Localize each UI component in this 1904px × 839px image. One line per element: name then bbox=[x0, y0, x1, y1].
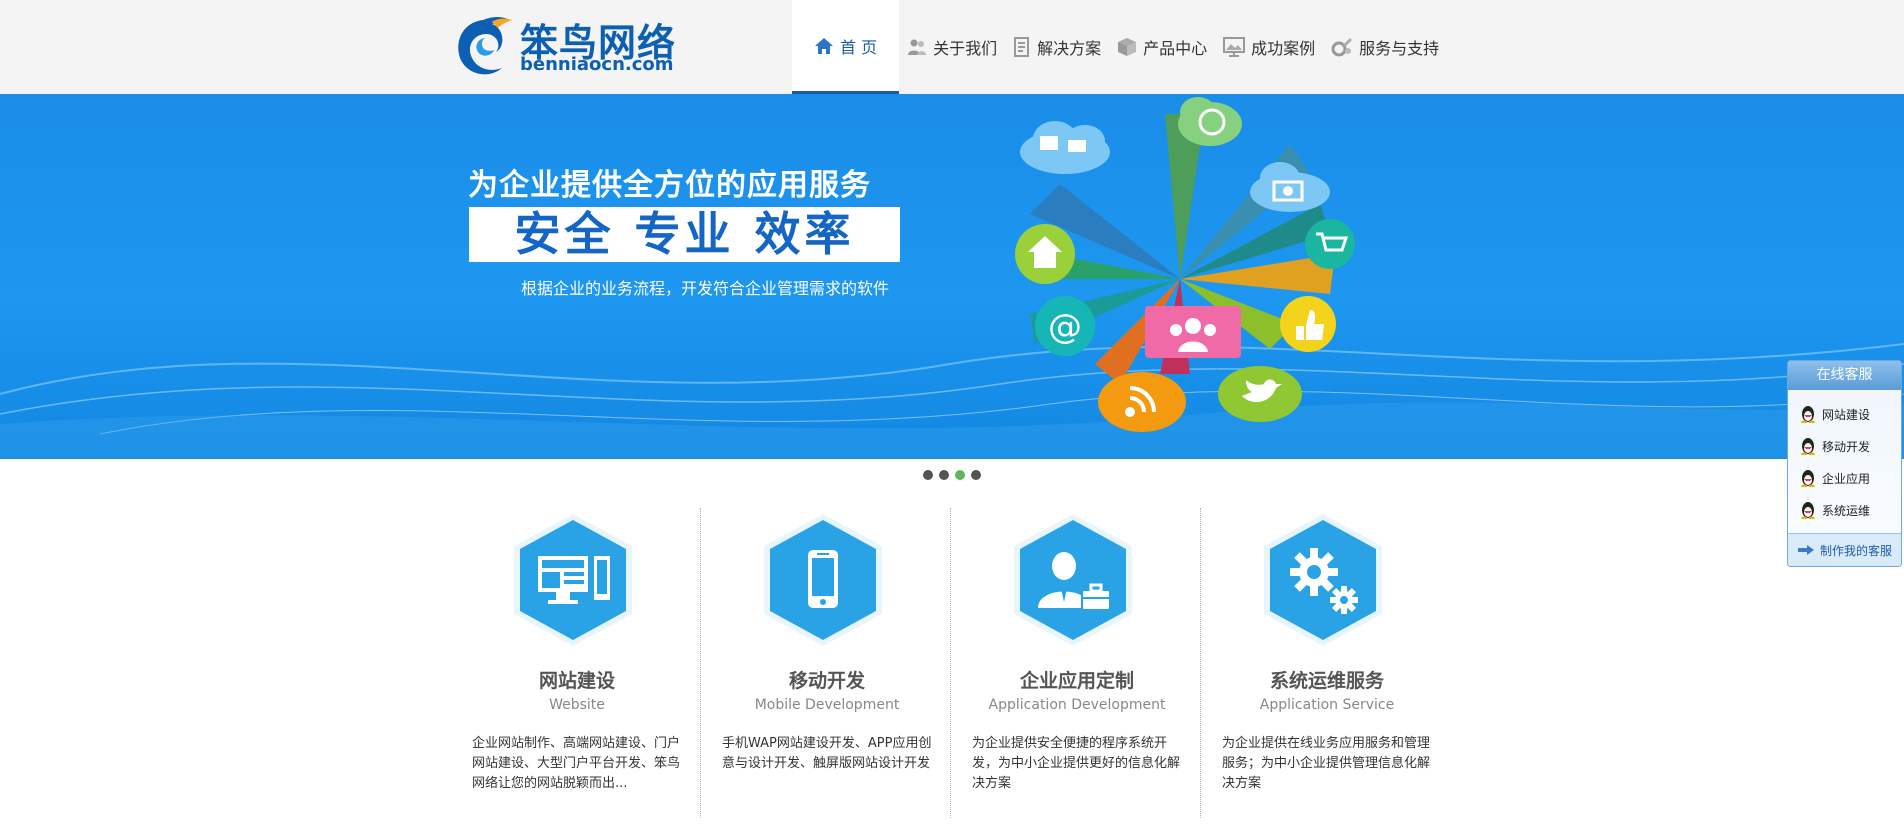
logo-text-en: benniaocn.com bbox=[520, 54, 674, 75]
bird-logo-icon bbox=[458, 17, 512, 75]
nav-solutions[interactable]: 解决方案 bbox=[1005, 0, 1109, 94]
online-service-item[interactable]: 网站建设 bbox=[1800, 398, 1901, 430]
site-header: 笨鸟网络 benniaocn.com 首 页 关于我们 解决方案 产品中心 成功… bbox=[0, 0, 1904, 94]
nav-support-label: 服务与支持 bbox=[1359, 39, 1440, 58]
gears-icon bbox=[1264, 514, 1382, 646]
online-service-list: 网站建设 移动开发 企业应用 系统运维 bbox=[1788, 390, 1901, 526]
service-description: 手机WAP网站建设开发、APP应用创意与设计开发、触屏版网站设计开发 bbox=[722, 736, 932, 771]
online-service-item-label: 系统运维 bbox=[1822, 503, 1871, 518]
social-burst-illustration: @ bbox=[1015, 97, 1355, 432]
service-title: 系统运维服务 bbox=[1269, 670, 1384, 692]
businessman-icon bbox=[1014, 514, 1132, 646]
divider bbox=[1200, 508, 1201, 818]
document-icon bbox=[1013, 37, 1031, 57]
make-my-service-label: 制作我的客服 bbox=[1819, 543, 1892, 558]
slider-dot-2[interactable] bbox=[939, 470, 949, 480]
online-service-item-label: 移动开发 bbox=[1822, 439, 1871, 454]
arrow-right-icon bbox=[1797, 545, 1814, 555]
nav-solutions-label: 解决方案 bbox=[1037, 39, 1102, 58]
service-mobile[interactable]: 移动开发 Mobile Development 手机WAP网站建设开发、APP应… bbox=[702, 508, 952, 818]
tools-icon bbox=[1331, 37, 1353, 57]
service-description: 为企业提供安全便捷的程序系统开发，为中小企业提供更好的信息化解决方案 bbox=[972, 736, 1181, 791]
divider bbox=[700, 508, 701, 818]
slider-dot-1[interactable] bbox=[923, 470, 933, 480]
online-service-title: 在线客服 bbox=[1788, 361, 1901, 390]
qq-penguin-icon bbox=[1801, 470, 1815, 487]
nav-support[interactable]: 服务与支持 bbox=[1323, 0, 1447, 94]
main-nav: 首 页 关于我们 解决方案 产品中心 成功案例 服务与支持 bbox=[792, 0, 1447, 94]
service-title: 企业应用定制 bbox=[1019, 670, 1134, 692]
home-bubble-icon bbox=[1015, 224, 1075, 284]
service-enterprise-app[interactable]: 企业应用定制 Application Development 为企业提供安全便捷… bbox=[952, 508, 1202, 818]
service-subtitle: Mobile Development bbox=[754, 697, 900, 713]
nav-about-label: 关于我们 bbox=[933, 39, 998, 58]
nav-products-label: 产品中心 bbox=[1143, 39, 1208, 58]
camera-cloud-icon bbox=[1250, 162, 1330, 212]
slider-dot-3[interactable] bbox=[955, 470, 965, 480]
make-my-service-link[interactable]: 制作我的客服 bbox=[1788, 533, 1901, 566]
service-title: 网站建设 bbox=[538, 670, 615, 692]
group-bubble-icon bbox=[1145, 306, 1241, 358]
service-description: 为企业提供在线业务应用服务和管理服务；为中小企业提供管理信息化解决方案 bbox=[1222, 736, 1431, 791]
folder-cloud-icon bbox=[1020, 121, 1110, 174]
services-section: 网站建设 Website 企业网站制作、高端网站建设、门户网站建设、大型门户平台… bbox=[452, 508, 1452, 818]
service-description: 企业网站制作、高端网站建设、门户网站建设、大型门户平台开发、笨鸟网络让您的网站脱… bbox=[472, 736, 681, 791]
online-service-item-label: 企业应用 bbox=[1822, 471, 1871, 486]
rss-bubble-icon bbox=[1098, 372, 1186, 432]
monitor-icon bbox=[514, 514, 632, 646]
online-service-panel: 在线客服 网站建设 移动开发 企业应用 系统运维 制作我的客服 bbox=[1787, 360, 1902, 567]
nav-cases-label: 成功案例 bbox=[1251, 39, 1316, 58]
site-logo[interactable]: 笨鸟网络 benniaocn.com bbox=[452, 12, 675, 82]
nav-cases[interactable]: 成功案例 bbox=[1215, 0, 1323, 94]
qq-penguin-icon bbox=[1801, 406, 1815, 423]
film-cloud-icon bbox=[1178, 97, 1242, 146]
banner-slogan-box: 安全 专业 效率 bbox=[469, 207, 900, 262]
online-service-item-label: 网站建设 bbox=[1822, 407, 1871, 422]
hero-banner[interactable]: 为企业提供全方位的应用服务 安全 专业 效率 根据企业的业务流程，开发符合企业管… bbox=[0, 94, 1904, 459]
service-subtitle: Application Service bbox=[1259, 697, 1395, 713]
banner-subtitle: 根据企业的业务流程，开发符合企业管理需求的软件 bbox=[521, 279, 890, 298]
at-bubble-icon: @ bbox=[1035, 296, 1095, 356]
service-operations[interactable]: 系统运维服务 Application Service 为企业提供在线业务应用服务… bbox=[1202, 508, 1452, 818]
home-icon bbox=[814, 37, 834, 55]
service-website[interactable]: 网站建设 Website 企业网站制作、高端网站建设、门户网站建设、大型门户平台… bbox=[452, 508, 702, 818]
qq-penguin-icon bbox=[1801, 438, 1815, 455]
nav-about[interactable]: 关于我们 bbox=[899, 0, 1005, 94]
online-service-item[interactable]: 移动开发 bbox=[1800, 430, 1901, 462]
banner-slogan: 安全 专业 效率 bbox=[514, 207, 855, 261]
nav-products[interactable]: 产品中心 bbox=[1109, 0, 1215, 94]
phone-icon bbox=[764, 514, 882, 646]
service-subtitle: Application Development bbox=[988, 697, 1166, 713]
qq-penguin-icon bbox=[1801, 502, 1815, 519]
service-title: 移动开发 bbox=[788, 670, 865, 692]
online-service-item[interactable]: 企业应用 bbox=[1800, 462, 1901, 494]
slider-dot-4[interactable] bbox=[971, 470, 981, 480]
picture-icon bbox=[1223, 37, 1246, 57]
banner-waves bbox=[0, 343, 1904, 459]
nav-home-label: 首 页 bbox=[840, 37, 878, 57]
thumb-bubble-icon bbox=[1280, 296, 1336, 352]
banner-title: 为企业提供全方位的应用服务 bbox=[468, 168, 871, 203]
svg-text:@: @ bbox=[1048, 307, 1082, 347]
cart-bubble-icon bbox=[1305, 219, 1355, 269]
twitter-bubble-icon bbox=[1218, 366, 1302, 422]
online-service-item[interactable]: 系统运维 bbox=[1800, 494, 1901, 526]
cube-icon bbox=[1117, 37, 1137, 57]
slider-dots bbox=[923, 470, 981, 480]
people-icon bbox=[907, 38, 927, 56]
divider bbox=[950, 508, 951, 818]
nav-home[interactable]: 首 页 bbox=[792, 0, 900, 94]
service-subtitle: Website bbox=[549, 697, 605, 713]
